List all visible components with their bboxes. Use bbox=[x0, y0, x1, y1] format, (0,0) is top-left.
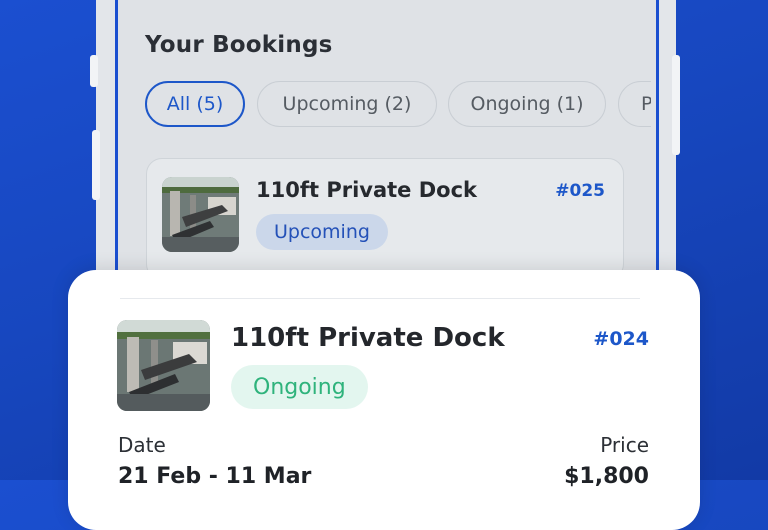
tab-ongoing[interactable]: Ongoing (1) bbox=[448, 81, 606, 127]
booking-name: 110ft Private Dock bbox=[231, 323, 505, 353]
date-value: 21 Feb - 11 Mar bbox=[118, 464, 312, 489]
booking-filter-tabs: All (5) Upcoming (2) Ongoing (1) P bbox=[145, 81, 651, 129]
divider bbox=[120, 298, 640, 299]
tab-all[interactable]: All (5) bbox=[145, 81, 245, 127]
booking-id: #024 bbox=[593, 328, 649, 350]
dock-thumbnail bbox=[117, 320, 210, 411]
frame-detail bbox=[90, 55, 98, 87]
date-label: Date bbox=[118, 433, 166, 457]
dock-thumbnail bbox=[162, 177, 239, 252]
tab-past[interactable]: P bbox=[618, 81, 651, 127]
booking-id: #025 bbox=[555, 181, 605, 201]
frame-detail bbox=[92, 130, 100, 200]
page-title: Your Bookings bbox=[145, 32, 333, 58]
price-value: $1,800 bbox=[564, 464, 649, 489]
status-badge: Upcoming bbox=[256, 214, 388, 250]
frame-detail bbox=[672, 55, 680, 155]
status-badge: Ongoing bbox=[231, 365, 368, 409]
tab-upcoming[interactable]: Upcoming (2) bbox=[257, 81, 437, 127]
booking-name: 110ft Private Dock bbox=[256, 178, 477, 202]
price-label: Price bbox=[600, 433, 649, 457]
